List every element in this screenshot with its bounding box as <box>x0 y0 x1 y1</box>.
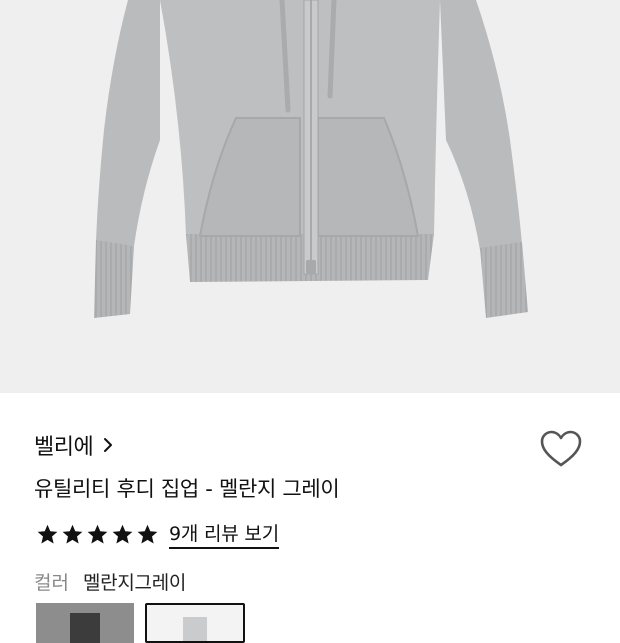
swatch-thumbnail <box>147 605 243 641</box>
color-swatch-charcoal[interactable] <box>36 603 134 643</box>
product-title: 유틸리티 후디 집업 - 멜란지 그레이 <box>34 477 340 501</box>
reviews-link[interactable]: 9개 리뷰 보기 <box>169 519 279 549</box>
selected-color-value: 멜란지그레이 <box>82 572 187 594</box>
star-icon <box>112 524 133 544</box>
star-icon <box>37 524 58 544</box>
rating-row: 9개 리뷰 보기 <box>36 519 279 549</box>
color-selector-label: 컬러 멜란지그레이 <box>34 568 186 595</box>
chevron-right-icon <box>104 438 113 452</box>
product-image[interactable] <box>0 0 620 393</box>
color-label: 컬러 <box>34 572 69 594</box>
star-rating <box>36 523 159 546</box>
heart-outline-icon[interactable] <box>538 428 584 470</box>
brand-link[interactable]: 벨리에 <box>34 429 115 461</box>
brand-name: 벨리에 <box>34 435 94 460</box>
star-icon <box>87 524 108 544</box>
hoodie-illustration <box>94 0 528 318</box>
color-swatch-melange-gray[interactable] <box>145 603 245 643</box>
star-icon <box>137 524 158 544</box>
swatch-thumbnail <box>36 603 134 643</box>
star-icon <box>62 524 83 544</box>
